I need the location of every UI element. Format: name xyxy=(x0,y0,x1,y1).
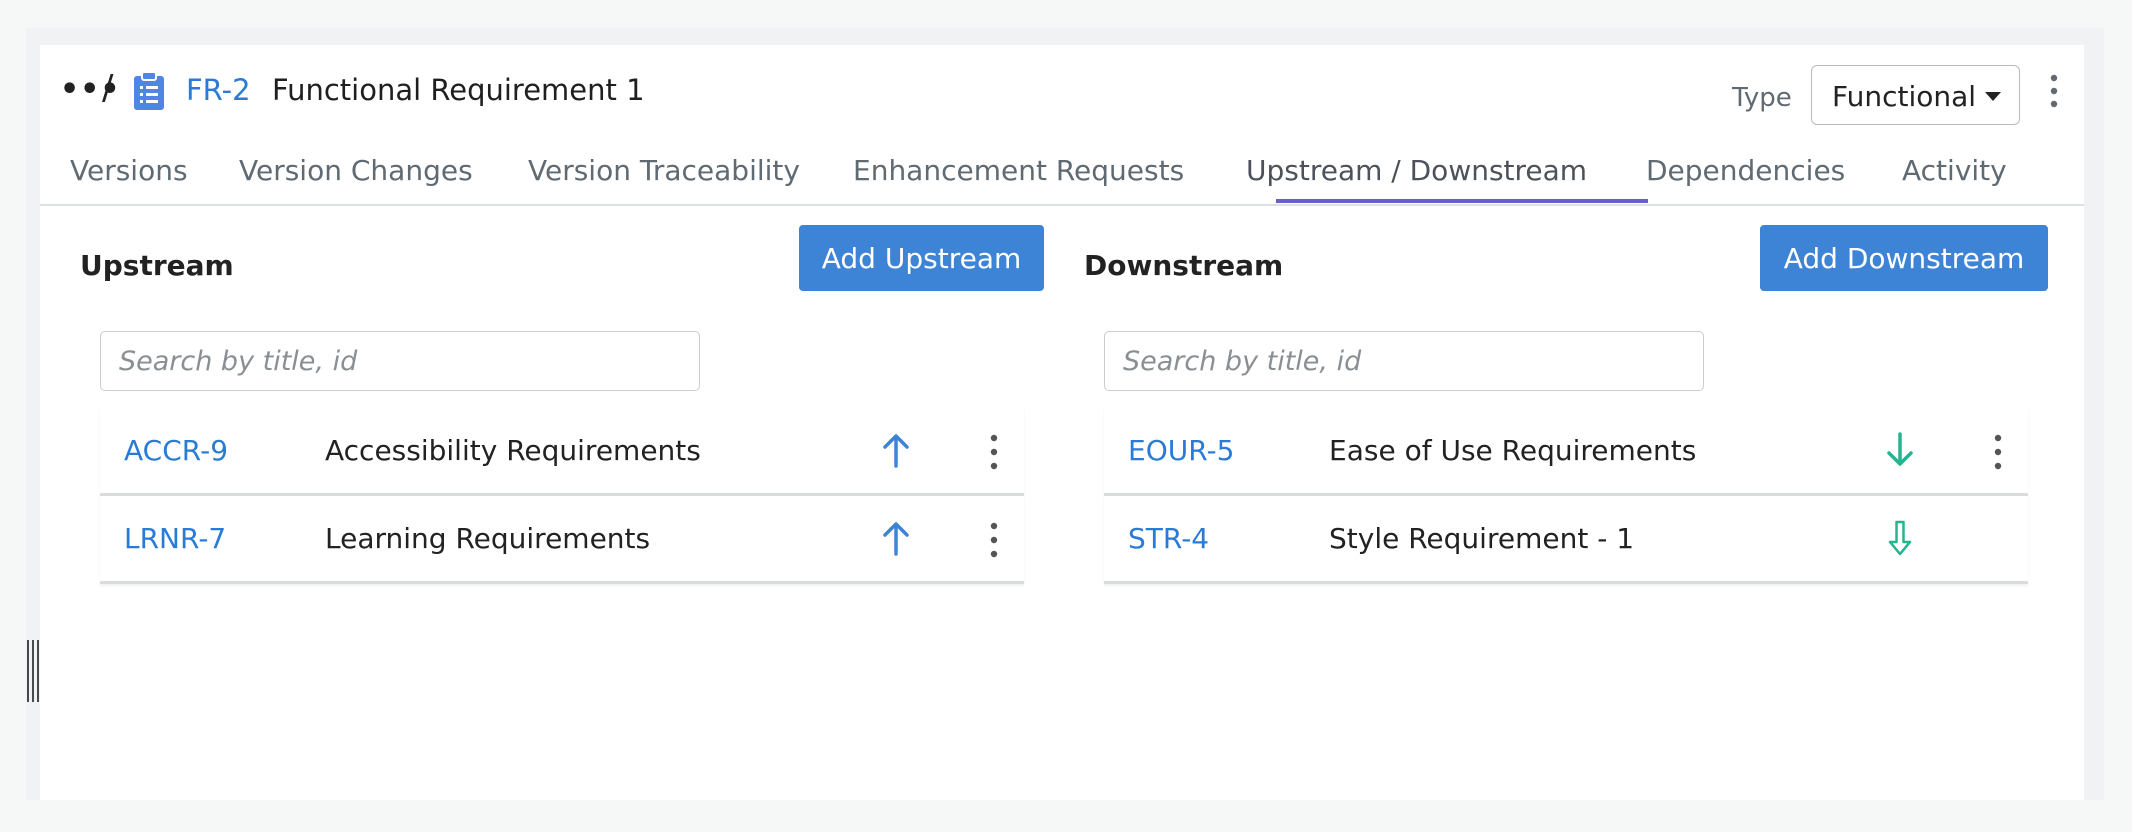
more-options-icon[interactable] xyxy=(2044,73,2064,109)
upstream-search-input[interactable] xyxy=(100,331,700,391)
upstream-list-item[interactable]: LRNR-7 Learning Requirements xyxy=(100,496,1024,584)
item-id-link[interactable]: LRNR-7 xyxy=(124,522,226,555)
tab-upstream-downstream[interactable]: Upstream / Downstream xyxy=(1246,154,1587,187)
arrow-up-icon xyxy=(883,434,909,468)
upstream-panel: ACCR-9 Accessibility Requirements LRNR-7… xyxy=(80,311,1044,800)
item-more-options-icon[interactable] xyxy=(984,520,1004,560)
tab-enhancement-requests[interactable]: Enhancement Requests xyxy=(853,154,1184,187)
tab-activity[interactable]: Activity xyxy=(1902,154,2007,187)
item-id-link[interactable]: STR-4 xyxy=(1128,522,1209,555)
requirement-id-link[interactable]: FR-2 xyxy=(186,73,251,107)
arrow-down-icon xyxy=(1887,432,1913,466)
type-select[interactable]: Functional xyxy=(1811,65,2020,125)
downstream-title: Downstream xyxy=(1084,249,1284,282)
tab-versions[interactable]: Versions xyxy=(70,154,188,187)
item-title: Style Requirement - 1 xyxy=(1329,522,1635,555)
type-label: Type xyxy=(1732,83,1792,113)
downstream-list-item[interactable]: EOUR-5 Ease of Use Requirements xyxy=(1104,408,2028,496)
breadcrumb-separator: / xyxy=(102,68,114,108)
downstream-panel: EOUR-5 Ease of Use Requirements STR-4 St… xyxy=(1084,311,2048,800)
arrow-up-icon xyxy=(883,522,909,556)
item-title: Accessibility Requirements xyxy=(325,434,701,467)
item-id-link[interactable]: EOUR-5 xyxy=(1128,434,1234,467)
tab-dependencies[interactable]: Dependencies xyxy=(1646,154,1845,187)
downstream-search-input[interactable] xyxy=(1104,331,1704,391)
item-title: Learning Requirements xyxy=(325,522,651,555)
requirement-title: Functional Requirement 1 xyxy=(272,73,645,107)
resize-handle-icon[interactable] xyxy=(26,640,42,702)
item-id-link[interactable]: ACCR-9 xyxy=(124,434,228,467)
tab-bar: Versions Version Changes Version Traceab… xyxy=(40,140,2084,206)
type-select-value: Functional xyxy=(1832,80,1977,113)
tab-version-changes[interactable]: Version Changes xyxy=(239,154,473,187)
add-upstream-button[interactable]: Add Upstream xyxy=(799,225,1044,291)
add-downstream-button[interactable]: Add Downstream xyxy=(1760,225,2048,291)
upstream-title: Upstream xyxy=(80,249,234,282)
tab-version-traceability[interactable]: Version Traceability xyxy=(528,154,800,187)
clipboard-icon xyxy=(134,71,164,110)
caret-down-icon xyxy=(1985,92,2001,101)
arrow-down-outline-icon xyxy=(1888,520,1912,556)
upstream-list-item[interactable]: ACCR-9 Accessibility Requirements xyxy=(100,408,1024,496)
item-more-options-icon[interactable] xyxy=(984,432,1004,472)
downstream-list-item[interactable]: STR-4 Style Requirement - 1 xyxy=(1104,496,2028,584)
active-tab-indicator xyxy=(1276,199,1648,203)
item-more-options-icon[interactable] xyxy=(1988,432,2008,472)
item-title: Ease of Use Requirements xyxy=(1329,434,1697,467)
